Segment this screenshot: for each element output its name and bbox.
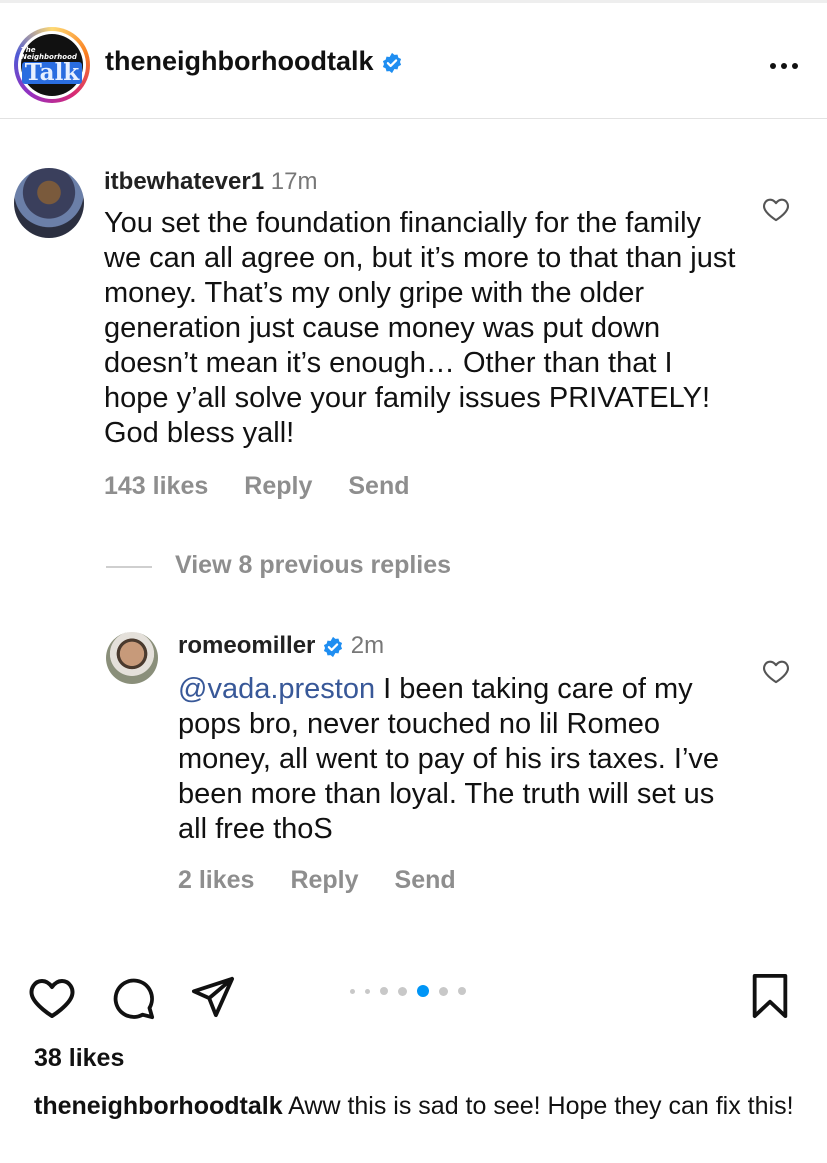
comment-header: itbewhatever1 17m [104,168,317,196]
post-username[interactable]: theneighborhoodtalk [105,46,403,77]
header-divider [0,118,827,119]
reply-text: @vada.preston I been taking care of my p… [178,672,738,847]
comment-icon[interactable] [110,975,156,1021]
replies-divider [106,566,152,568]
view-previous-replies-button[interactable]: View 8 previous replies [175,551,451,580]
post-caption: theneighborhoodtalk Aww this is sad to s… [34,1090,804,1122]
carousel-dot [350,988,355,994]
verified-icon [382,52,402,73]
reply-username[interactable]: romeomiller [178,632,315,659]
comment-likes[interactable]: 143 likes [104,472,208,501]
post-header: The Neighborhood Talk theneighborhoodtal… [0,24,827,108]
carousel-dot-active [417,985,429,997]
carousel-dot [365,988,370,994]
share-icon[interactable] [190,975,236,1019]
carousel-dot [380,987,388,995]
top-border [0,0,827,3]
comment-text: You set the foundation financially for t… [104,207,736,449]
caption-username[interactable]: theneighborhoodtalk [34,1092,283,1120]
reply-button[interactable]: Reply [244,472,312,501]
reply-time: 2m [350,632,385,659]
send-button[interactable]: Send [348,472,409,501]
neighborhood-talk-logo: The Neighborhood Talk [21,34,83,96]
comment-username[interactable]: itbewhatever1 [104,168,264,195]
reply-actions: 2 likes Reply Send [178,866,492,895]
more-options-icon[interactable] [767,52,801,80]
profile-avatar[interactable]: The Neighborhood Talk [14,27,90,103]
carousel-dot [398,986,407,996]
reply-likes[interactable]: 2 likes [178,866,254,895]
caption-text: Aww this is sad to see! Hope they can fi… [282,1092,794,1120]
post-likes[interactable]: 38 likes [34,1044,124,1073]
heart-icon[interactable] [28,975,76,1019]
reply-header: romeomiller 2m [178,632,384,660]
like-comment-heart-icon[interactable] [762,196,790,222]
commenter-avatar[interactable] [14,168,84,238]
comment-time: 17m [270,168,318,195]
carousel-dot [439,986,448,996]
reply-avatar[interactable] [106,632,158,684]
carousel-indicator [350,985,466,997]
send-button[interactable]: Send [395,866,456,895]
like-reply-heart-icon[interactable] [762,658,790,684]
carousel-dot [458,987,466,995]
reply-button[interactable]: Reply [290,866,358,895]
verified-icon [323,636,343,657]
bookmark-icon[interactable] [750,973,790,1019]
comment-actions: 143 likes Reply Send [104,472,445,501]
mention-link[interactable]: @vada.preston [178,673,375,705]
